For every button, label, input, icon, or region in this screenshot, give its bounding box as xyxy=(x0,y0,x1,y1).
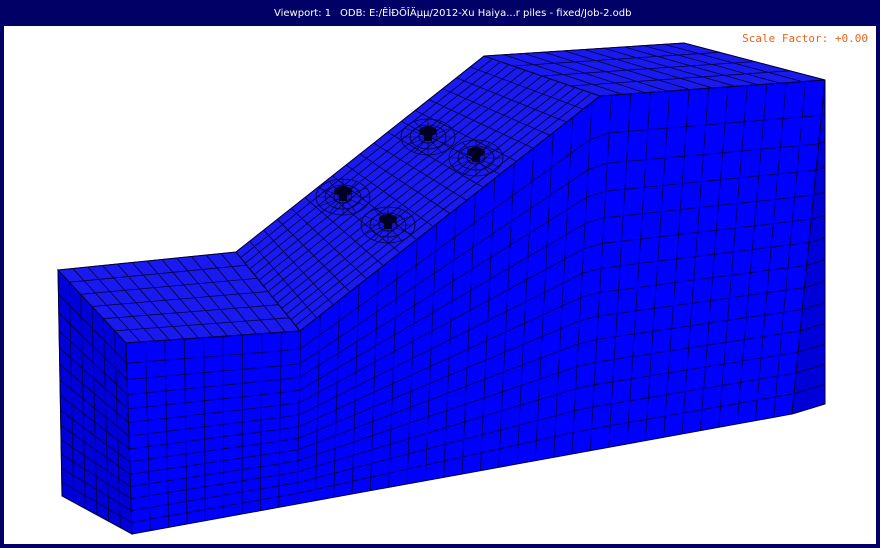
mesh-model[interactable] xyxy=(4,26,876,544)
pile-3 xyxy=(315,178,371,216)
pile-4 xyxy=(360,206,416,244)
pile-2 xyxy=(448,139,504,177)
viewport-titlebar[interactable]: Viewport: 1 ODB: E:/ÊÌÐÕÎÄµµ/2012-Xu Hai… xyxy=(0,0,880,26)
viewport-label: Viewport: 1 xyxy=(274,8,332,19)
front-col-line xyxy=(241,334,243,515)
viewport-canvas[interactable]: Scale Factor: +0.00 xyxy=(4,26,876,544)
pile-1 xyxy=(400,118,456,156)
odb-path-label: ODB: E:/ÊÌÐÕÎÄµµ/2012-Xu Haiya...r piles… xyxy=(340,8,632,19)
abaqus-viewport-window: Viewport: 1 ODB: E:/ÊÌÐÕÎÄµµ/2012-Xu Hai… xyxy=(0,0,880,548)
scale-factor-label: Scale Factor: +0.00 xyxy=(742,32,868,45)
